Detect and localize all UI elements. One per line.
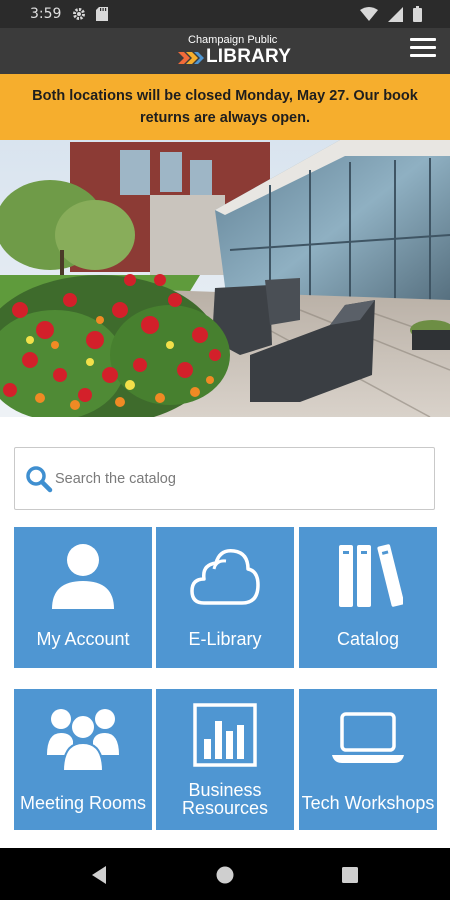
- search-icon[interactable]: [24, 464, 54, 494]
- logo-chevrons-icon: [178, 52, 204, 64]
- hamburger-menu-icon[interactable]: [410, 38, 436, 62]
- tech-workshops-label: Tech Workshops: [301, 793, 435, 813]
- logo-top-text: Champaign Public: [188, 34, 278, 46]
- meeting-rooms-tile[interactable]: Meeting Rooms: [14, 689, 152, 830]
- cloud-icon: [156, 543, 294, 609]
- group-icon: [14, 705, 152, 771]
- business-resources-tile[interactable]: Business Resources: [156, 689, 294, 830]
- signal-icon: [388, 6, 403, 27]
- alert-banner: Both locations will be closed Monday, Ma…: [0, 74, 450, 140]
- catalog-search-box[interactable]: [14, 447, 435, 510]
- search-input[interactable]: [55, 464, 415, 494]
- wifi-icon: [360, 7, 378, 26]
- gear-icon: [72, 7, 86, 26]
- e-library-label: E-Library: [188, 629, 262, 649]
- system-navigation-bar: [0, 848, 450, 900]
- recents-icon[interactable]: [337, 862, 363, 888]
- catalog-label: Catalog: [336, 629, 400, 649]
- library-logo[interactable]: Champaign Public LIBRARY: [178, 34, 291, 70]
- meeting-rooms-label: Meeting Rooms: [19, 793, 147, 813]
- back-icon[interactable]: [86, 862, 112, 888]
- app-header: Champaign Public LIBRARY: [0, 28, 450, 74]
- my-account-label: My Account: [36, 629, 130, 649]
- home-icon[interactable]: [212, 862, 238, 888]
- catalog-tile[interactable]: Catalog: [299, 527, 437, 668]
- books-icon: [299, 543, 437, 609]
- alert-text: Both locations will be closed Monday, Ma…: [32, 88, 418, 126]
- battery-icon: [413, 6, 422, 27]
- tech-workshops-tile[interactable]: Tech Workshops: [299, 689, 437, 830]
- business-resources-label-line1: Business: [188, 780, 262, 800]
- logo-main-text: LIBRARY: [206, 46, 292, 67]
- bar-chart-icon: [156, 703, 294, 767]
- sd-card-icon: [96, 7, 108, 26]
- my-account-tile[interactable]: My Account: [14, 527, 152, 668]
- business-resources-label-line2: Resources: [181, 798, 269, 818]
- laptop-icon: [299, 711, 437, 765]
- e-library-tile[interactable]: E-Library: [156, 527, 294, 668]
- status-time: 3:59: [30, 6, 62, 22]
- status-bar: 3:59: [0, 0, 450, 28]
- hero-library-photo: [0, 140, 450, 417]
- person-icon: [14, 543, 152, 611]
